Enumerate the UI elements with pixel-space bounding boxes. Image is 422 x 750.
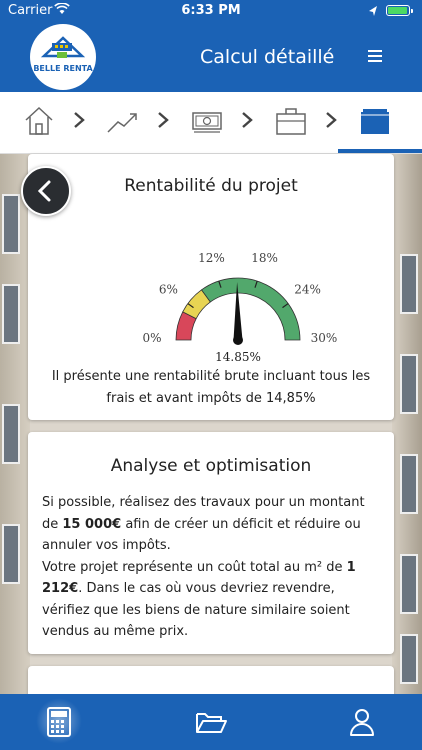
active-step-indicator <box>338 149 422 153</box>
page-title: Calcul détaillé <box>200 46 335 68</box>
analysis-card: Analyse et optimisation Si possible, réa… <box>28 432 394 654</box>
battery-icon <box>386 5 413 16</box>
user-icon[interactable] <box>344 704 380 740</box>
location-icon <box>369 6 377 16</box>
hamburger-menu-icon[interactable] <box>366 48 386 64</box>
folder-open-icon[interactable] <box>193 704 229 740</box>
analysis-text-part: . Dans le cas où vous devriez revendre, … <box>42 581 350 639</box>
logo-text: BELLE RENTA <box>33 64 93 73</box>
gauge-tick-label: 12% <box>198 251 225 265</box>
chevron-right-icon <box>242 112 253 128</box>
chevron-left-icon <box>37 180 51 202</box>
gauge-needle-hub <box>233 335 243 345</box>
analysis-text: Si possible, réalisez des travaux pour u… <box>42 492 382 643</box>
gauge-tick-label: 6% <box>159 282 178 296</box>
background-building-left <box>0 154 30 694</box>
briefcase-icon[interactable] <box>274 104 308 138</box>
calculator-icon[interactable] <box>41 704 77 740</box>
gauge-band-green <box>200 277 301 341</box>
home-icon[interactable] <box>22 104 56 138</box>
gauge-tick-label: 30% <box>311 331 338 345</box>
gauge-tick-label: 24% <box>294 282 321 296</box>
gauge-tick-label: 0% <box>142 331 161 345</box>
status-time: 6:33 PM <box>181 3 241 18</box>
chart-icon[interactable] <box>106 104 140 138</box>
belle-renta-logo[interactable]: BELLE RENTA <box>30 24 96 90</box>
profitability-card: Rentabilité du projet 0% 6% 12% 18% 24% 30% 14… <box>28 154 394 420</box>
gauge-value-label: 14.85% <box>215 350 261 364</box>
money-icon[interactable] <box>190 104 224 138</box>
folder-icon[interactable] <box>358 104 392 138</box>
card-title: Analyse et optimisation <box>110 456 312 476</box>
gauge-tick-label: 18% <box>251 251 278 265</box>
analysis-text-part: Votre projet représente un coût total au… <box>42 559 347 575</box>
status-bar: Carrier 6:33 PM <box>0 0 422 22</box>
chevron-right-icon <box>326 112 337 128</box>
back-button[interactable] <box>21 166 71 216</box>
chevron-right-icon <box>158 112 169 128</box>
chevron-right-icon <box>74 112 85 128</box>
bottom-tab-bar <box>0 694 422 750</box>
step-navigation <box>0 92 422 154</box>
background-building-right <box>392 154 422 694</box>
works-amount: 15 000€ <box>62 516 122 532</box>
app-header: Carrier 6:33 PM BELLE RENTA Calcul détai… <box>0 0 422 92</box>
profitability-description: Il présente une rentabilité brute inclua… <box>51 369 371 406</box>
